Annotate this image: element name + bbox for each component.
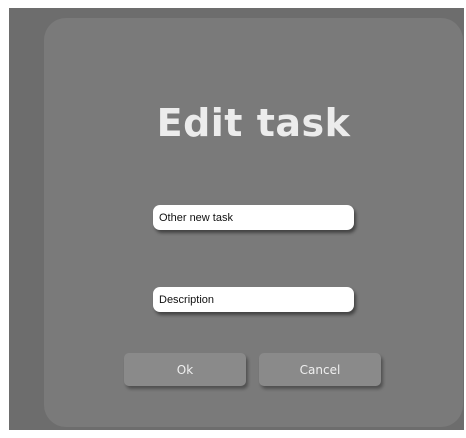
dialog-title: Edit task <box>156 101 351 145</box>
task-name-input[interactable] <box>153 205 354 230</box>
cancel-button-label: Cancel <box>299 362 341 377</box>
edit-task-dialog: Edit task Ok Cancel <box>44 18 463 427</box>
ok-button-label: Ok <box>176 362 194 377</box>
description-input[interactable] <box>153 287 354 312</box>
cancel-button[interactable]: Cancel <box>259 353 381 386</box>
ok-button[interactable]: Ok <box>124 353 246 386</box>
window-frame: Edit task Ok Cancel <box>9 8 464 430</box>
